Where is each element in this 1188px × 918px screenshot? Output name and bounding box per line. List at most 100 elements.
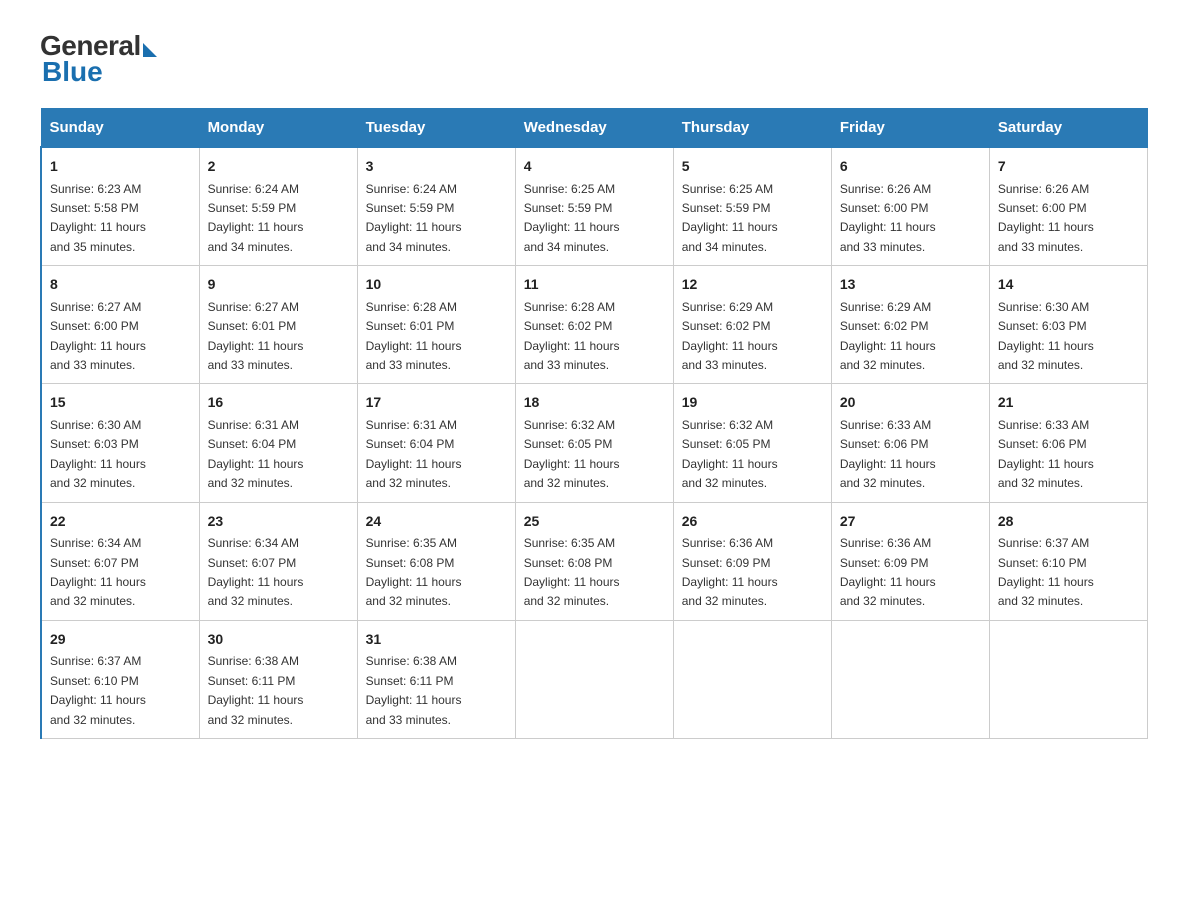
calendar-week-row: 29Sunrise: 6:37 AMSunset: 6:10 PMDayligh…	[41, 620, 1148, 738]
logo: General Blue	[40, 30, 157, 88]
calendar-cell	[831, 620, 989, 738]
calendar-cell: 26 Sunrise: 6:36 AMSunset: 6:09 PMDayligh…	[673, 502, 831, 620]
calendar-cell: 8 Sunrise: 6:27 AMSunset: 6:00 PMDaylight…	[41, 266, 199, 384]
day-info: Sunrise: 6:25 AMSunset: 5:59 PMDaylight:…	[682, 182, 778, 254]
calendar-cell: 6Sunrise: 6:26 AMSunset: 6:00 PMDaylight…	[831, 147, 989, 266]
header-saturday: Saturday	[989, 109, 1147, 148]
calendar-cell	[515, 620, 673, 738]
calendar-cell: 13Sunrise: 6:29 AMSunset: 6:02 PMDayligh…	[831, 266, 989, 384]
day-number: 26	[682, 511, 823, 533]
calendar-cell: 28 Sunrise: 6:37 AMSunset: 6:10 PMDayligh…	[989, 502, 1147, 620]
day-info: Sunrise: 6:37 AMSunset: 6:10 PMDaylight:…	[998, 536, 1094, 608]
day-number: 9	[208, 274, 349, 296]
calendar-week-row: 8 Sunrise: 6:27 AMSunset: 6:00 PMDaylight…	[41, 266, 1148, 384]
calendar-week-row: 1 Sunrise: 6:23 AMSunset: 5:58 PMDaylight…	[41, 147, 1148, 266]
day-info: Sunrise: 6:30 AMSunset: 6:03 PMDaylight:…	[50, 418, 146, 490]
calendar-cell: 23 Sunrise: 6:34 AMSunset: 6:07 PMDayligh…	[199, 502, 357, 620]
day-number: 2	[208, 156, 349, 178]
day-number: 30	[208, 629, 349, 651]
day-number: 31	[366, 629, 507, 651]
day-info: Sunrise: 6:25 AMSunset: 5:59 PMDaylight:…	[524, 182, 620, 254]
day-info: Sunrise: 6:23 AMSunset: 5:58 PMDaylight:…	[50, 182, 146, 254]
calendar-cell: 29Sunrise: 6:37 AMSunset: 6:10 PMDayligh…	[41, 620, 199, 738]
day-info: Sunrise: 6:30 AMSunset: 6:03 PMDaylight:…	[998, 300, 1094, 372]
calendar-cell: 20 Sunrise: 6:33 AMSunset: 6:06 PMDayligh…	[831, 384, 989, 502]
day-info: Sunrise: 6:32 AMSunset: 6:05 PMDaylight:…	[682, 418, 778, 490]
calendar-cell: 1 Sunrise: 6:23 AMSunset: 5:58 PMDaylight…	[41, 147, 199, 266]
day-info: Sunrise: 6:32 AMSunset: 6:05 PMDaylight:…	[524, 418, 620, 490]
day-info: Sunrise: 6:36 AMSunset: 6:09 PMDaylight:…	[840, 536, 936, 608]
calendar-cell: 27 Sunrise: 6:36 AMSunset: 6:09 PMDayligh…	[831, 502, 989, 620]
day-info: Sunrise: 6:28 AMSunset: 6:02 PMDaylight:…	[524, 300, 620, 372]
day-number: 3	[366, 156, 507, 178]
calendar-cell: 19Sunrise: 6:32 AMSunset: 6:05 PMDayligh…	[673, 384, 831, 502]
header-wednesday: Wednesday	[515, 109, 673, 148]
day-info: Sunrise: 6:29 AMSunset: 6:02 PMDaylight:…	[682, 300, 778, 372]
calendar-cell: 21 Sunrise: 6:33 AMSunset: 6:06 PMDayligh…	[989, 384, 1147, 502]
day-info: Sunrise: 6:24 AMSunset: 5:59 PMDaylight:…	[208, 182, 304, 254]
day-number: 8	[50, 274, 191, 296]
day-number: 29	[50, 629, 191, 651]
calendar-cell: 25 Sunrise: 6:35 AMSunset: 6:08 PMDayligh…	[515, 502, 673, 620]
calendar-cell: 14 Sunrise: 6:30 AMSunset: 6:03 PMDayligh…	[989, 266, 1147, 384]
day-info: Sunrise: 6:34 AMSunset: 6:07 PMDaylight:…	[208, 536, 304, 608]
day-info: Sunrise: 6:33 AMSunset: 6:06 PMDaylight:…	[840, 418, 936, 490]
day-info: Sunrise: 6:33 AMSunset: 6:06 PMDaylight:…	[998, 418, 1094, 490]
logo-arrow-icon	[143, 43, 157, 57]
day-number: 23	[208, 511, 349, 533]
day-number: 18	[524, 392, 665, 414]
page-header: General Blue	[40, 30, 1148, 88]
day-number: 14	[998, 274, 1139, 296]
day-number: 1	[50, 156, 191, 178]
calendar-cell: 31 Sunrise: 6:38 AMSunset: 6:11 PMDayligh…	[357, 620, 515, 738]
calendar-cell: 12 Sunrise: 6:29 AMSunset: 6:02 PMDayligh…	[673, 266, 831, 384]
calendar-cell: 22 Sunrise: 6:34 AMSunset: 6:07 PMDayligh…	[41, 502, 199, 620]
day-info: Sunrise: 6:38 AMSunset: 6:11 PMDaylight:…	[366, 654, 462, 726]
day-number: 27	[840, 511, 981, 533]
day-info: Sunrise: 6:27 AMSunset: 6:00 PMDaylight:…	[50, 300, 146, 372]
day-number: 17	[366, 392, 507, 414]
calendar-cell: 7Sunrise: 6:26 AMSunset: 6:00 PMDaylight…	[989, 147, 1147, 266]
day-number: 7	[998, 156, 1139, 178]
day-number: 6	[840, 156, 981, 178]
calendar-cell: 5 Sunrise: 6:25 AMSunset: 5:59 PMDaylight…	[673, 147, 831, 266]
header-thursday: Thursday	[673, 109, 831, 148]
day-number: 28	[998, 511, 1139, 533]
day-number: 12	[682, 274, 823, 296]
calendar-header-row: SundayMondayTuesdayWednesdayThursdayFrid…	[41, 109, 1148, 148]
header-tuesday: Tuesday	[357, 109, 515, 148]
calendar-cell: 15 Sunrise: 6:30 AMSunset: 6:03 PMDayligh…	[41, 384, 199, 502]
day-number: 20	[840, 392, 981, 414]
calendar-table: SundayMondayTuesdayWednesdayThursdayFrid…	[40, 108, 1148, 739]
calendar-cell: 11Sunrise: 6:28 AMSunset: 6:02 PMDayligh…	[515, 266, 673, 384]
day-info: Sunrise: 6:31 AMSunset: 6:04 PMDaylight:…	[208, 418, 304, 490]
calendar-cell: 16 Sunrise: 6:31 AMSunset: 6:04 PMDayligh…	[199, 384, 357, 502]
day-number: 25	[524, 511, 665, 533]
day-info: Sunrise: 6:34 AMSunset: 6:07 PMDaylight:…	[50, 536, 146, 608]
day-number: 16	[208, 392, 349, 414]
day-info: Sunrise: 6:35 AMSunset: 6:08 PMDaylight:…	[524, 536, 620, 608]
day-number: 15	[50, 392, 191, 414]
day-info: Sunrise: 6:24 AMSunset: 5:59 PMDaylight:…	[366, 182, 462, 254]
day-info: Sunrise: 6:36 AMSunset: 6:09 PMDaylight:…	[682, 536, 778, 608]
calendar-cell: 3 Sunrise: 6:24 AMSunset: 5:59 PMDaylight…	[357, 147, 515, 266]
calendar-cell: 24Sunrise: 6:35 AMSunset: 6:08 PMDayligh…	[357, 502, 515, 620]
day-number: 21	[998, 392, 1139, 414]
calendar-cell: 10Sunrise: 6:28 AMSunset: 6:01 PMDayligh…	[357, 266, 515, 384]
calendar-cell: 9 Sunrise: 6:27 AMSunset: 6:01 PMDaylight…	[199, 266, 357, 384]
day-info: Sunrise: 6:38 AMSunset: 6:11 PMDaylight:…	[208, 654, 304, 726]
day-number: 4	[524, 156, 665, 178]
day-info: Sunrise: 6:31 AMSunset: 6:04 PMDaylight:…	[366, 418, 462, 490]
day-number: 5	[682, 156, 823, 178]
day-info: Sunrise: 6:29 AMSunset: 6:02 PMDaylight:…	[840, 300, 936, 372]
calendar-week-row: 22 Sunrise: 6:34 AMSunset: 6:07 PMDayligh…	[41, 502, 1148, 620]
day-number: 22	[50, 511, 191, 533]
header-sunday: Sunday	[41, 109, 199, 148]
calendar-cell: 18 Sunrise: 6:32 AMSunset: 6:05 PMDayligh…	[515, 384, 673, 502]
day-info: Sunrise: 6:27 AMSunset: 6:01 PMDaylight:…	[208, 300, 304, 372]
calendar-cell: 17 Sunrise: 6:31 AMSunset: 6:04 PMDayligh…	[357, 384, 515, 502]
header-monday: Monday	[199, 109, 357, 148]
calendar-week-row: 15 Sunrise: 6:30 AMSunset: 6:03 PMDayligh…	[41, 384, 1148, 502]
logo-blue-text: Blue	[42, 56, 157, 88]
day-info: Sunrise: 6:28 AMSunset: 6:01 PMDaylight:…	[366, 300, 462, 372]
